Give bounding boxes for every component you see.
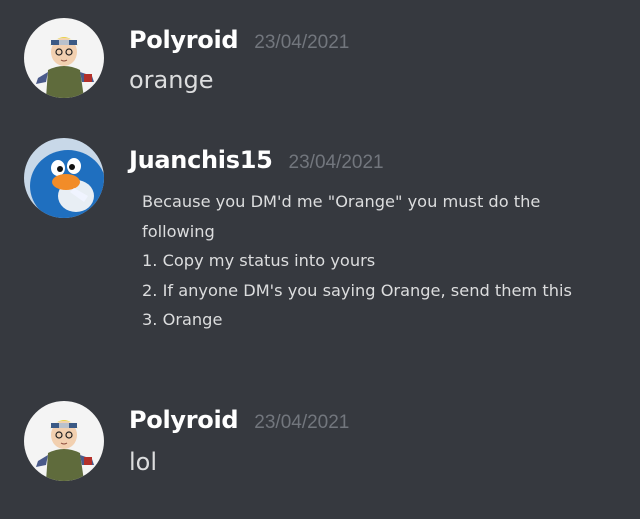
avatar-image [24,138,104,218]
timestamp[interactable]: 23/04/2021 [289,152,384,174]
message-item: Polyroid 23/04/2021 lol [0,384,640,519]
message-item: Juanchis15 23/04/2021 Because you DM'd m… [0,120,640,370]
message-line: 3. Orange [142,310,223,329]
message-line: Because you DM'd me "Orange" you must do… [142,192,541,211]
message-line: 1. Copy my status into yours [142,251,376,270]
ninja-character-avatar[interactable] [24,18,104,98]
message-line: following [142,221,215,241]
message-text: Because you DM'd me "Orange" you must do… [142,187,572,335]
timestamp[interactable]: 23/04/2021 [254,412,349,434]
message-text: orange [129,66,214,94]
message-header: Juanchis15 23/04/2021 [129,146,384,174]
message-item: Polyroid 23/04/2021 orange [0,0,640,120]
username[interactable]: Juanchis15 [129,146,273,174]
blue-penguin-avatar[interactable] [24,138,104,218]
ninja-character-avatar[interactable] [24,401,104,481]
avatar-image [24,18,104,98]
message-header: Polyroid 23/04/2021 [129,406,349,434]
message-text: lol [129,448,158,476]
username[interactable]: Polyroid [129,406,239,434]
username[interactable]: Polyroid [129,26,239,54]
message-line: 2. If anyone DM's you saying Orange, sen… [142,280,572,300]
avatar-image [24,401,104,481]
message-header: Polyroid 23/04/2021 [129,26,349,54]
timestamp[interactable]: 23/04/2021 [254,32,349,54]
